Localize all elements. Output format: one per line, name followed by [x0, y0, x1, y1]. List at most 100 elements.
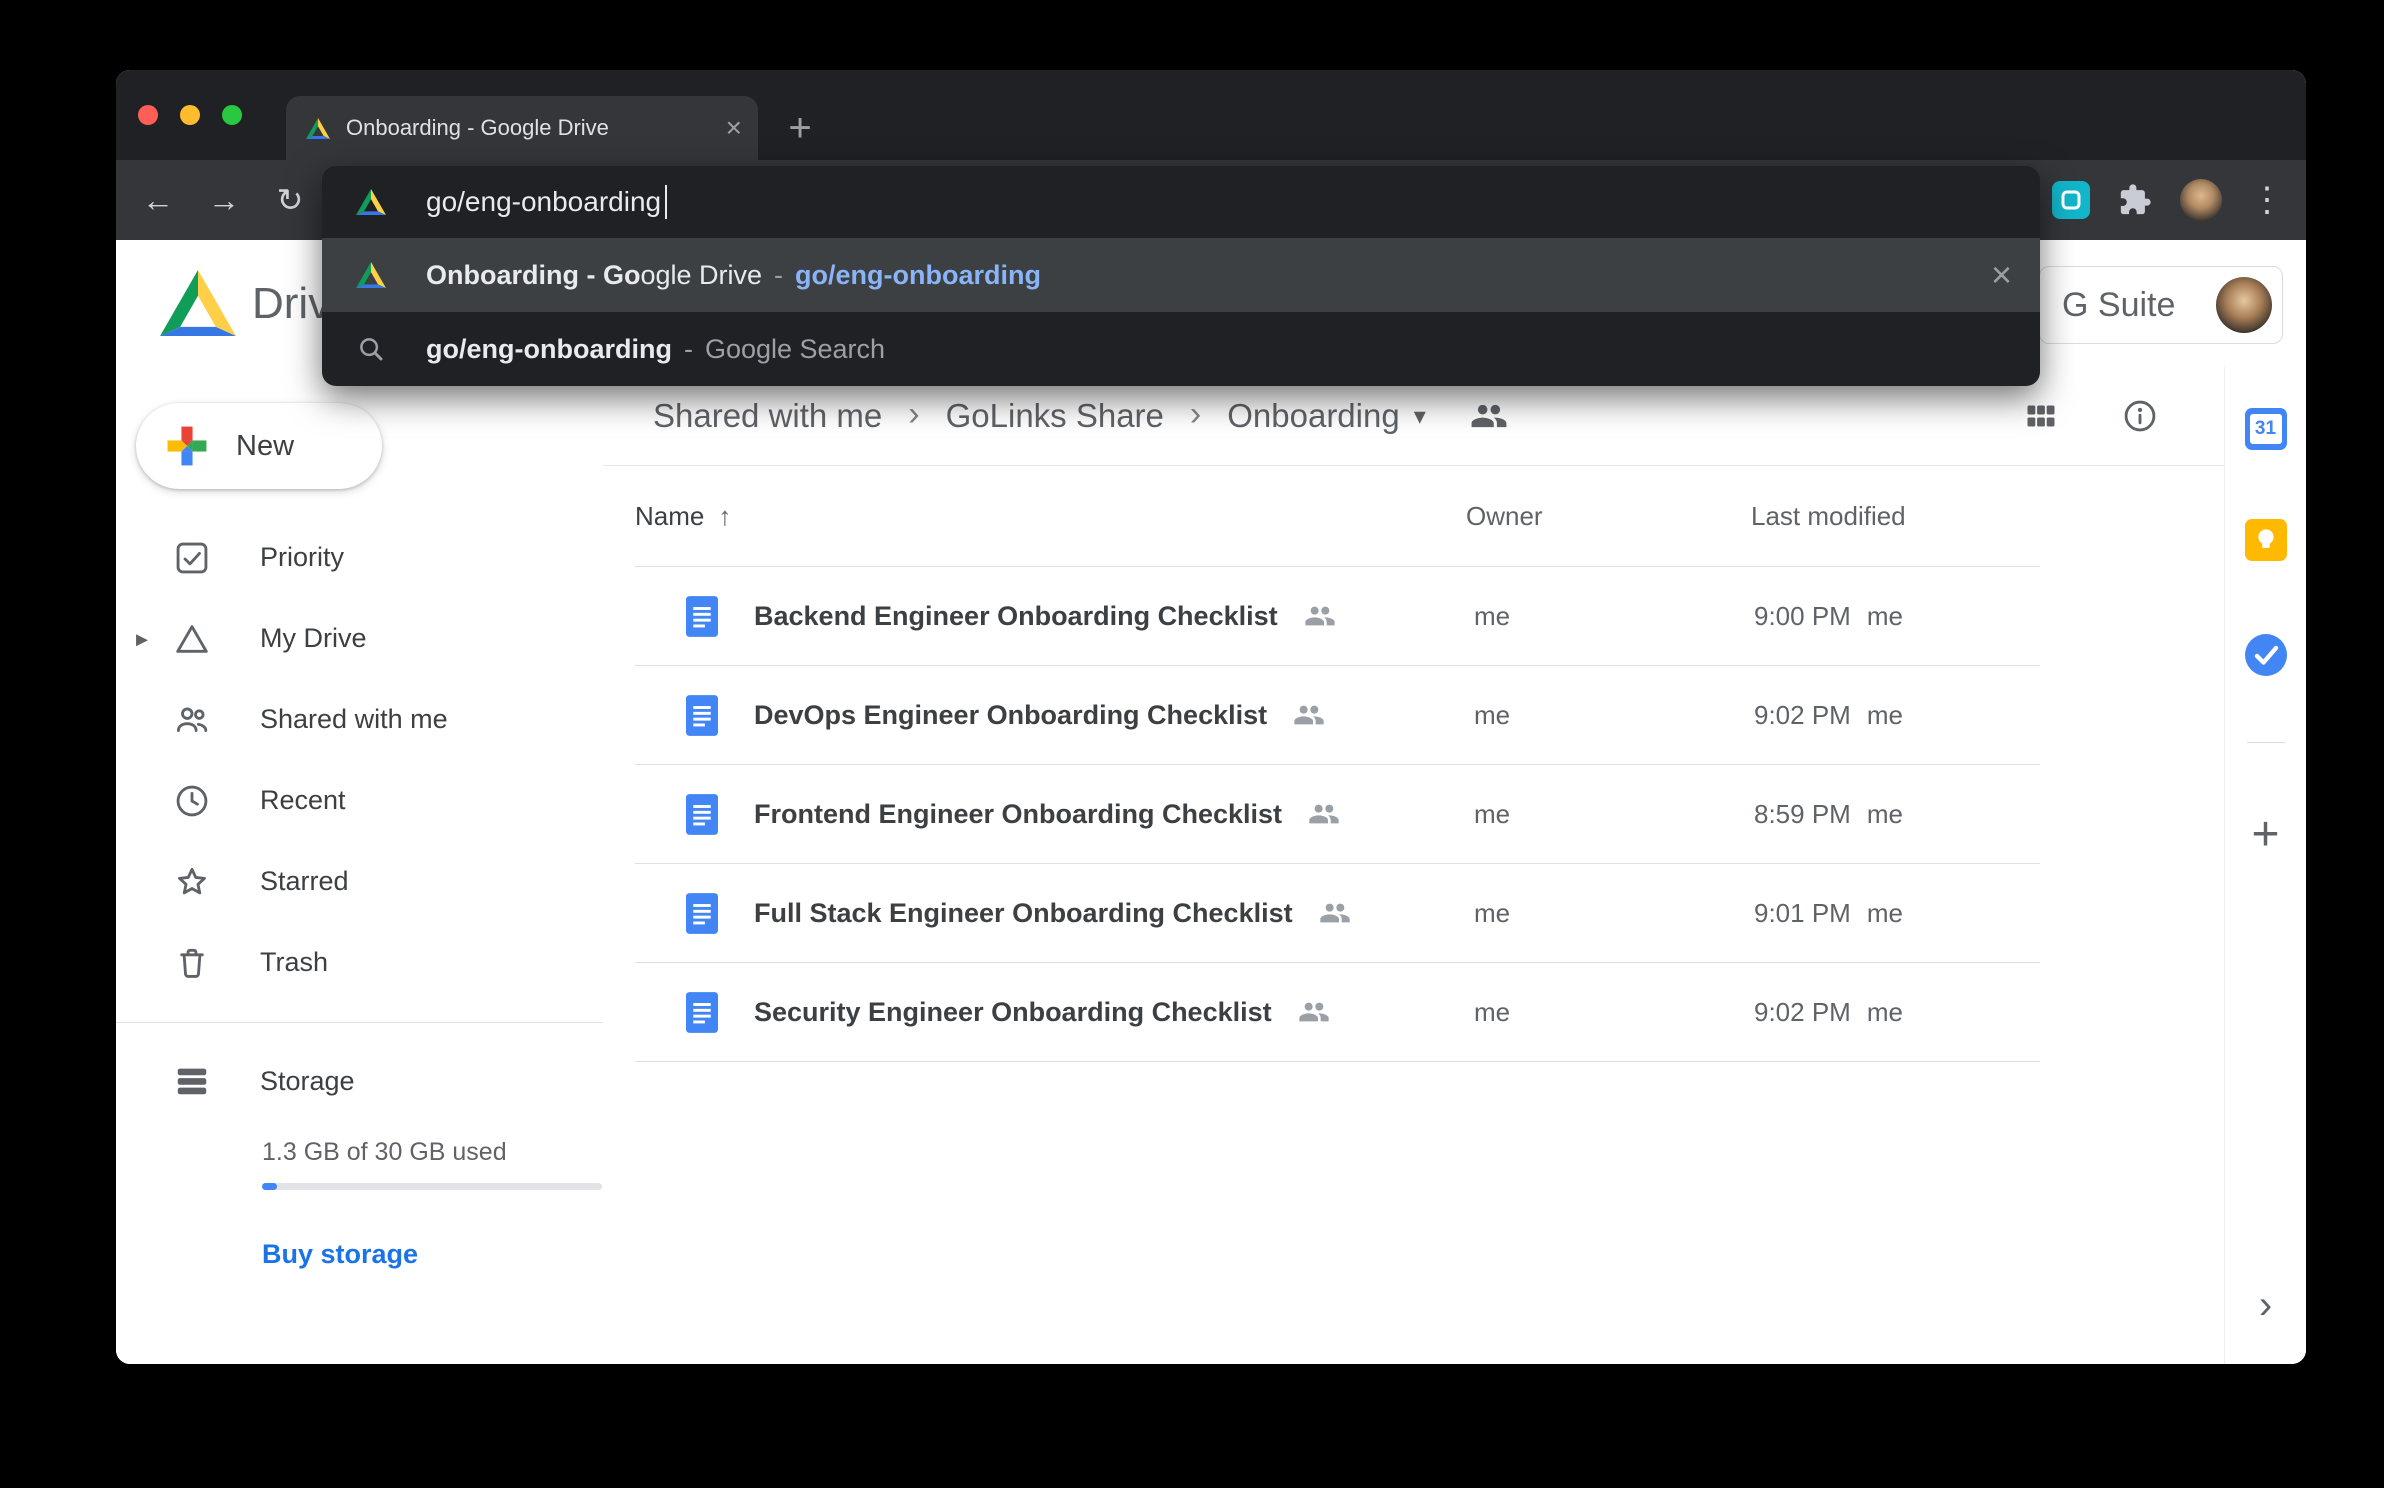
breadcrumb-separator-icon: › — [908, 395, 919, 434]
owner-cell: me — [1474, 567, 1510, 665]
close-window-button[interactable] — [138, 105, 158, 125]
table-header-row: Name ↑ Owner Last modified — [635, 466, 2040, 567]
omnibox-value: go/eng-onboarding — [426, 186, 661, 218]
file-name: Backend Engineer Onboarding Checklist — [754, 601, 1278, 632]
sidebar-item-label: Priority — [260, 542, 344, 573]
priority-icon — [172, 539, 212, 577]
new-tab-button[interactable]: + — [772, 96, 828, 160]
buy-storage-link[interactable]: Buy storage — [262, 1239, 418, 1270]
expand-arrow-icon[interactable]: ▸ — [136, 624, 148, 653]
back-button[interactable]: ← — [138, 177, 178, 223]
folder-menu-caret-icon[interactable]: ▾ — [1414, 402, 1426, 431]
get-add-ons-button[interactable]: + — [2251, 811, 2279, 859]
sidebar-item-shared-with-me[interactable]: Shared with me — [116, 679, 603, 760]
golinks-extension-icon[interactable] — [2052, 181, 2090, 219]
breadcrumb-separator-icon: › — [1190, 395, 1201, 434]
drive-logo-icon[interactable] — [160, 270, 236, 336]
sidebar-item-label: Trash — [260, 947, 328, 978]
suggestion-drive-onboarding[interactable]: Onboarding - Google Drive - go/eng-onboa… — [322, 238, 2040, 312]
modified-time: 9:02 PM — [1754, 700, 1851, 731]
window-controls — [138, 70, 242, 160]
file-name: Frontend Engineer Onboarding Checklist — [754, 799, 1282, 830]
sidebar-item-recent[interactable]: Recent — [116, 760, 603, 841]
file-row-security[interactable]: Security Engineer Onboarding Checklist m… — [635, 963, 2040, 1062]
trash-icon — [172, 944, 212, 982]
sidebar-item-storage[interactable]: Storage — [116, 1041, 603, 1121]
my-drive-icon — [172, 620, 212, 658]
grid-view-button[interactable] — [2023, 398, 2059, 434]
file-row-fullstack[interactable]: Full Stack Engineer Onboarding Checklist… — [635, 864, 2040, 963]
sidebar-item-label: My Drive — [260, 623, 367, 654]
storage-progress-bar — [262, 1183, 602, 1190]
browser-window: Onboarding - Google Drive × + ← → ↻ ⋮ go… — [116, 70, 2306, 1364]
drive-page: Drive G Suite New — [116, 240, 2306, 1364]
sidebar-items: Priority ▸ My Drive — [116, 517, 603, 1003]
extensions-puzzle-icon[interactable] — [2118, 183, 2152, 217]
drive-favicon-icon — [356, 262, 386, 288]
modified-by: me — [1867, 799, 1903, 830]
shared-people-icon — [1319, 897, 1351, 929]
minimize-window-button[interactable] — [180, 105, 200, 125]
breadcrumb-golinks-share[interactable]: GoLinks Share — [946, 397, 1164, 435]
owner-cell: me — [1474, 963, 1510, 1061]
sidebar-item-trash[interactable]: Trash — [116, 922, 603, 1003]
sidebar-item-priority[interactable]: Priority — [116, 517, 603, 598]
breadcrumb-shared-with-me[interactable]: Shared with me — [653, 397, 882, 435]
shared-people-icon — [1298, 996, 1330, 1028]
modified-cell: 9:02 PM me — [1754, 666, 1903, 764]
modified-by: me — [1867, 601, 1903, 632]
calendar-app-icon[interactable]: 31 — [2245, 408, 2287, 450]
keep-app-icon[interactable] — [2245, 519, 2287, 566]
search-icon — [356, 334, 386, 364]
breadcrumb-onboarding[interactable]: Onboarding — [1227, 397, 1399, 435]
toolbar-right: ⋮ — [2052, 179, 2284, 221]
sidebar-item-my-drive[interactable]: ▸ My Drive — [116, 598, 603, 679]
modified-time: 9:01 PM — [1754, 898, 1851, 929]
storage-icon — [172, 1062, 212, 1100]
zoom-window-button[interactable] — [222, 105, 242, 125]
file-name: Security Engineer Onboarding Checklist — [754, 997, 1272, 1028]
gsuite-label: G Suite — [2062, 286, 2200, 325]
column-header-owner: Owner — [1466, 466, 1543, 566]
browser-menu-icon[interactable]: ⋮ — [2250, 183, 2284, 217]
browser-tab[interactable]: Onboarding - Google Drive × — [286, 96, 758, 160]
suggestion-search-label: Google Search — [705, 334, 885, 365]
remove-suggestion-icon[interactable]: × — [1991, 257, 2012, 293]
google-docs-icon — [686, 864, 718, 962]
account-avatar[interactable] — [2216, 277, 2272, 333]
omnibox-popup: go/eng-onboarding Onboarding - Google Dr… — [322, 166, 2040, 386]
rail-divider — [2247, 742, 2285, 743]
drive-sidebar: New Priority ▸ — [116, 367, 603, 1364]
star-icon — [172, 863, 212, 901]
gsuite-account-box: G Suite — [2039, 266, 2283, 344]
tab-close-icon[interactable]: × — [726, 114, 742, 142]
shared-people-icon — [1293, 699, 1325, 731]
new-button[interactable]: New — [136, 403, 382, 489]
suggestion-separator: - — [684, 334, 693, 365]
google-docs-icon — [686, 666, 718, 764]
sidebar-item-label: Shared with me — [260, 704, 448, 735]
omnibox-input[interactable]: go/eng-onboarding — [322, 166, 2040, 238]
storage-usage-text: 1.3 GB of 30 GB used — [262, 1138, 507, 1167]
storage-progress-fill — [262, 1183, 277, 1190]
hide-panel-chevron-icon[interactable]: › — [2259, 1285, 2272, 1325]
file-row-devops[interactable]: DevOps Engineer Onboarding Checklist me … — [635, 666, 2040, 765]
file-row-backend[interactable]: Backend Engineer Onboarding Checklist me… — [635, 567, 2040, 666]
suggestion-query: go/eng-onboarding — [426, 334, 672, 365]
column-header-name[interactable]: Name ↑ — [635, 466, 731, 566]
new-plus-icon — [162, 421, 212, 471]
forward-button[interactable]: → — [204, 177, 244, 223]
google-docs-icon — [686, 567, 718, 665]
sidebar-item-starred[interactable]: Starred — [116, 841, 603, 922]
file-row-frontend[interactable]: Frontend Engineer Onboarding Checklist m… — [635, 765, 2040, 864]
file-table: Name ↑ Owner Last modified Backend Engin… — [635, 466, 2040, 1062]
calendar-day: 31 — [2250, 414, 2282, 444]
suggestion-title-rest: ogle Drive — [640, 260, 762, 291]
browser-profile-avatar[interactable] — [2180, 179, 2222, 221]
info-button[interactable] — [2121, 397, 2159, 435]
tasks-app-icon[interactable] — [2245, 634, 2287, 681]
owner-cell: me — [1474, 666, 1510, 764]
suggestion-google-search[interactable]: go/eng-onboarding - Google Search — [322, 312, 2040, 386]
reload-button[interactable]: ↻ — [270, 177, 310, 223]
text-cursor — [665, 185, 667, 219]
